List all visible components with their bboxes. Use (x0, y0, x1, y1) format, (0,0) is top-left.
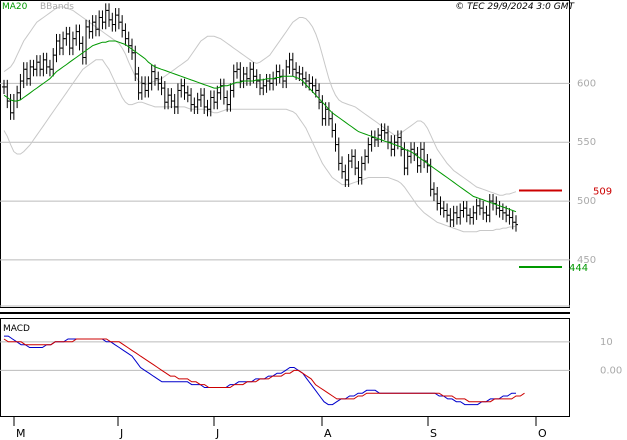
copyright-text: © TEC 29/9/2024 3:0 GMT (455, 2, 575, 12)
ohlc-bars (2, 3, 518, 232)
month-label: J (119, 427, 123, 440)
price-chart: 509444 450 500 550 600 0.00 10 M J J A S O MA20 B… (0, 0, 622, 440)
bollinger-bands (3, 6, 517, 233)
month-label: J (215, 427, 219, 440)
month-label: M (16, 427, 26, 440)
support-resistance-levels: 509444 (519, 186, 612, 274)
month-label: A (324, 427, 332, 440)
bb-upper-line (3, 6, 517, 196)
month-label: O (538, 427, 547, 440)
price-tick-label: 500 (577, 196, 596, 207)
macd-title: MACD (3, 324, 30, 334)
month-label: S (430, 427, 437, 440)
legend-bbands: BBands (40, 2, 74, 12)
ma20-path (3, 40, 517, 213)
macd-tick-label: 0.00 (600, 365, 622, 376)
price-tick-label: 550 (577, 137, 596, 148)
macd-axis: 0.00 10 (600, 337, 622, 377)
ma20-line (3, 40, 517, 213)
price-tick-label: 600 (577, 78, 596, 89)
month-axis: MJJASO (13, 417, 547, 440)
macd-tick-label: 10 (600, 337, 613, 348)
price-tick-label: 450 (577, 255, 596, 266)
legend-ma20: MA20 (2, 2, 28, 12)
price-gridlines (0, 82, 570, 307)
macd-gridlines (0, 341, 570, 371)
price-axis: 450 500 550 600 (577, 78, 596, 266)
